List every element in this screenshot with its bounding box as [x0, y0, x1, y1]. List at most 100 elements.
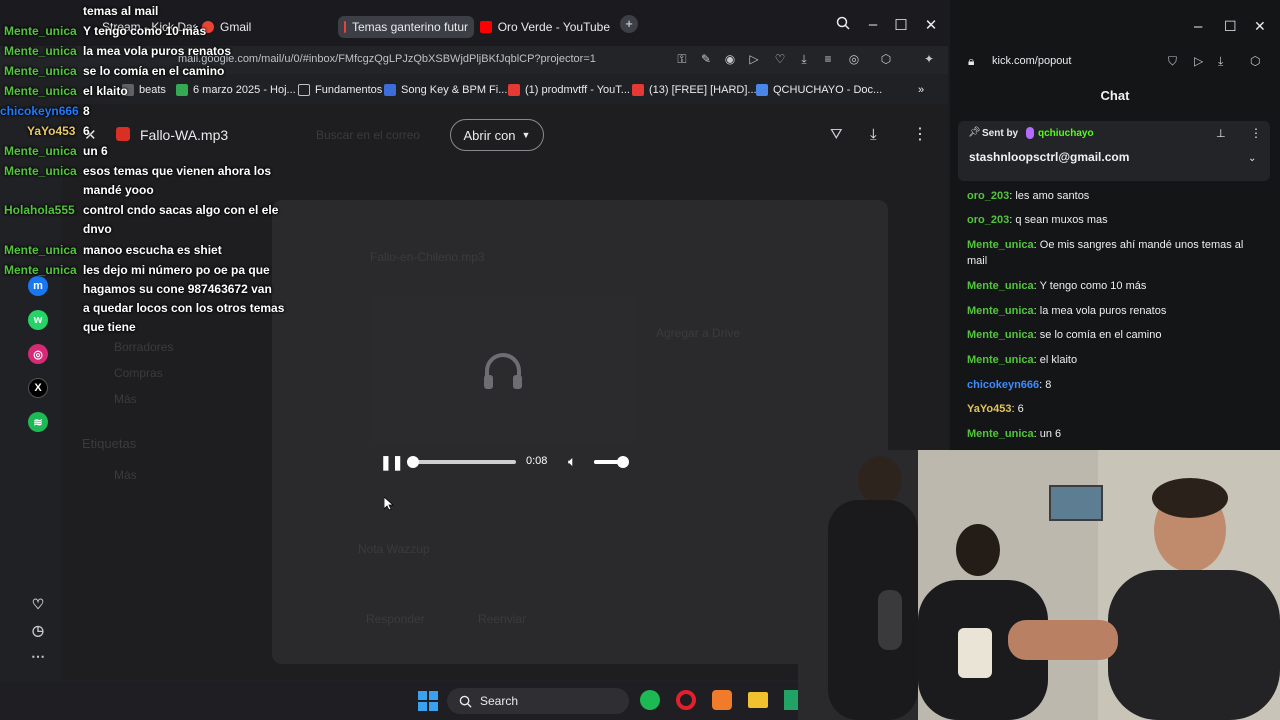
mic-badge-icon — [1026, 127, 1034, 139]
chat-message: oro_203: q sean muxos mas — [967, 214, 1108, 226]
instagram-icon[interactable]: ◎ — [28, 344, 48, 364]
pin-icon: 📌︎ — [968, 127, 981, 138]
bookmark-item[interactable]: QCHUCHAYO - Doc... — [756, 84, 882, 96]
close-icon[interactable]: ✕ — [1254, 18, 1266, 35]
chat-message: oro_203: les amo santos — [967, 190, 1090, 202]
docs-icon — [756, 84, 768, 96]
tab-temas-ganterino[interactable]: Temas ganterino futur — [338, 16, 474, 38]
messenger-icon[interactable]: m — [28, 276, 48, 296]
extension-icon[interactable]: ⬡ — [878, 52, 894, 66]
dim-forward: Reenviar — [478, 612, 527, 626]
chevron-down-icon: ▼ — [521, 130, 531, 140]
overlay-chat-line: Mente_unica Y tengo como 10 más — [4, 24, 207, 38]
key-icon[interactable]: ⚿ — [674, 52, 690, 67]
mouse-cursor-icon — [384, 497, 394, 511]
bookmark-item[interactable]: 6 marzo 2025 - Hoj... — [176, 84, 296, 96]
edit-icon[interactable]: ✎ — [698, 52, 714, 66]
chat-message: Mente_unica: se lo comía en el camino — [967, 329, 1162, 341]
download-icon[interactable]: ⤓ — [870, 126, 877, 143]
excel-icon[interactable] — [784, 690, 798, 710]
youtube-icon — [480, 21, 492, 33]
chat-message: Mente_unica: la mea vola puros renatos — [967, 305, 1167, 317]
minimize-icon[interactable]: – — [864, 16, 882, 33]
progress-track[interactable] — [407, 456, 516, 468]
tab-gmail[interactable]: Gmail — [202, 16, 282, 38]
more-options-icon[interactable]: ⋮ — [1250, 126, 1262, 140]
minimize-icon[interactable]: – — [1194, 18, 1202, 35]
audio-file-icon — [116, 127, 130, 141]
dim-more-2: Más — [114, 468, 137, 482]
overlay-chat-line: Mente_unica esos temas que vienen ahora l… — [4, 164, 272, 178]
chat-address-bar[interactable]: 🔒︎ kick.com/popout ⛉ ▷ ⤓ ⬡ — [958, 50, 1272, 74]
pinned-text: stashnloopsctrl@gmail.com — [969, 150, 1130, 164]
history-icon[interactable]: ◷ — [28, 620, 48, 640]
overlay-chat-line: chicokeyn666 8 — [0, 104, 90, 118]
heart-icon[interactable]: ♡ — [772, 52, 788, 66]
audio-controls: ❚❚ 0:08 🔈︎ — [370, 448, 636, 476]
more-icon[interactable]: ⋯ — [28, 646, 48, 666]
play-icon[interactable]: ▷ — [1194, 54, 1203, 68]
chevron-down-icon[interactable]: ⌄ — [1248, 153, 1256, 164]
windows-start-icon[interactable] — [418, 691, 438, 711]
play-icon[interactable]: ▷ — [746, 52, 762, 66]
bookmark-item[interactable]: Song Key & BPM Fi... — [384, 84, 507, 96]
dim-add-drive: Agregar a Drive — [656, 326, 741, 340]
bookmark-item[interactable]: Fundamentos — [298, 84, 382, 96]
spotify-icon[interactable] — [640, 690, 660, 710]
shield-icon[interactable]: ⛉ — [1168, 54, 1177, 69]
bookmark-item[interactable]: (1) prodmvtff - YouT... — [508, 84, 630, 96]
volume-slider[interactable] — [594, 456, 629, 468]
dim-more: Más — [114, 392, 137, 406]
open-with-button[interactable]: Abrir con ▼ — [450, 119, 544, 151]
youtube-icon — [632, 84, 644, 96]
volume-icon[interactable]: 🔈︎ — [568, 453, 576, 470]
overlay-chat-line: que tiene — [83, 320, 136, 334]
youtube-icon — [508, 84, 520, 96]
file-title: Fallo-WA.mp3 — [140, 127, 229, 143]
fl-studio-icon[interactable] — [712, 690, 732, 710]
taskbar-search[interactable]: Search — [447, 688, 629, 714]
volume-knob[interactable] — [616, 456, 629, 468]
url-text[interactable]: mail.google.com/mail/u/0/#inbox/FMfcgzQg… — [178, 53, 598, 65]
heart-icon[interactable]: ♡ — [28, 594, 48, 614]
download-icon[interactable]: ⤓ — [1218, 54, 1223, 69]
bookmark-item[interactable]: (13) [FREE] [HARD]... — [632, 84, 757, 96]
close-icon[interactable]: ✕ — [922, 16, 940, 34]
x-icon[interactable]: X — [28, 378, 48, 398]
more-bookmarks-icon[interactable]: » — [918, 84, 924, 96]
pinned-user[interactable]: qchiuchayo — [1038, 128, 1094, 139]
overlay-chat-line: mandé yooo — [83, 183, 154, 197]
extension-icon[interactable]: ⬡ — [1250, 54, 1260, 68]
lock-icon: 🔒︎ — [968, 54, 975, 68]
search-tabs-icon[interactable] — [834, 16, 852, 34]
spotify-icon[interactable]: ≋ — [28, 412, 48, 432]
overlay-chat-line: Mente_unica les dejo mi número po oe pa q… — [4, 263, 270, 277]
tab-youtube[interactable]: Oro Verde - YouTube — [480, 16, 610, 38]
download-icon[interactable]: ⤓ — [796, 52, 812, 67]
ai-icon[interactable]: ✦ — [918, 52, 940, 66]
chat-url[interactable]: kick.com/popout — [992, 55, 1071, 67]
tab-label: Gmail — [220, 20, 252, 34]
time-display: 0:08 — [526, 455, 548, 467]
opera-icon[interactable] — [676, 690, 696, 710]
menu-icon[interactable]: ≡ — [820, 52, 836, 66]
chat-message: YaYo453: 6 — [967, 403, 1024, 415]
new-tab-button[interactable]: + — [620, 15, 638, 33]
unpin-icon[interactable]: ⊥ — [1216, 127, 1226, 140]
profile-icon[interactable]: ◎ — [846, 52, 862, 66]
chat-message: Mente_unica: Oe mis sangres ahí mandé un… — [967, 239, 1244, 267]
more-options-icon[interactable]: ⋮ — [912, 124, 928, 144]
pause-icon[interactable]: ❚❚ — [380, 454, 403, 471]
whatsapp-icon[interactable]: w — [28, 310, 48, 330]
maximize-icon[interactable]: ☐ — [892, 16, 910, 34]
progress-knob[interactable] — [407, 456, 420, 468]
add-to-drive-icon[interactable]: ⛛ — [830, 126, 843, 143]
search-icon — [459, 695, 472, 708]
maximize-icon[interactable]: ☐ — [1224, 18, 1237, 35]
overlay-chat-line: Holahola555 control cndo sacas algo con e… — [4, 203, 279, 217]
bookmark-item[interactable]: beats — [122, 84, 166, 96]
overlay-chat-line: hagamos su cone 987463672 van — [83, 282, 272, 296]
pinned-message: 📌︎ Sent by qchiuchayo stashnloopsctrl@gm… — [958, 121, 1270, 181]
camera-icon[interactable]: ◉ — [722, 52, 738, 66]
file-explorer-icon[interactable] — [748, 692, 768, 708]
